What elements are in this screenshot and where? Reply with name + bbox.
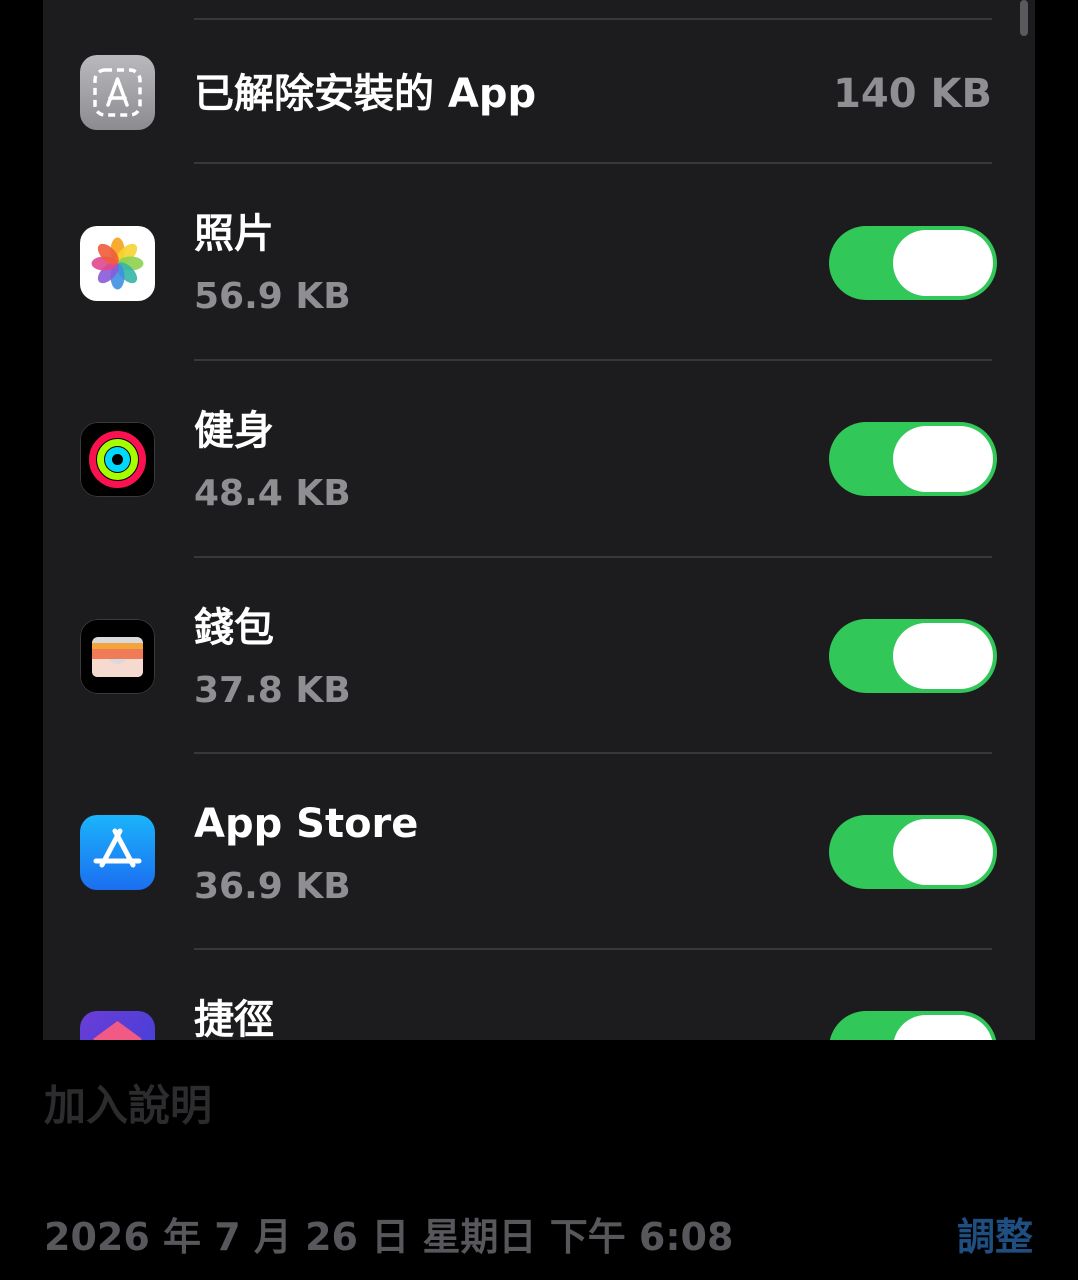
toggle-photos[interactable] [829,226,997,300]
app-size: 56.9 KB [194,276,351,317]
app-store-icon [80,815,155,890]
toggle-knob [893,426,993,492]
app-size: 36.9 KB [194,866,351,907]
toggle-fitness[interactable] [829,422,997,496]
app-row-app-store: App Store 36.9 KB [43,754,1035,949]
offloaded-apps-label: 已解除安裝的 App [194,71,537,117]
app-row-photos: 照片 56.9 KB [43,164,1035,359]
toggle-app-store[interactable] [829,815,997,889]
offloaded-app-icon [80,55,155,130]
toggle-wallet[interactable] [829,619,997,693]
offloaded-apps-row[interactable]: 已解除安裝的 App 140 KB [43,20,1035,162]
adjust-button[interactable]: 調整 [957,1213,1033,1261]
app-size: 37.8 KB [194,670,351,711]
app-row-wallet: 錢包 37.8 KB [43,558,1035,753]
toggle-shortcuts[interactable] [829,1011,997,1040]
photos-icon [80,226,155,301]
app-name: 捷徑 [194,997,274,1040]
photo-info-screen: 已解除安裝的 App 140 KB 照片 56.9 KB 健身 48.4 KB … [0,0,1078,1280]
wallet-icon [80,619,155,694]
app-storage-list: 已解除安裝的 App 140 KB 照片 56.9 KB 健身 48.4 KB … [43,0,1035,1040]
app-name: 健身 [194,408,274,454]
toggle-knob [893,1015,993,1040]
fitness-icon [80,422,155,497]
app-row-shortcuts: 捷徑 [43,950,1035,1040]
scrollbar[interactable] [1020,0,1028,36]
offloaded-apps-size: 140 KB [833,71,992,117]
photo-datetime: 2026 年 7 月 26 日 星期日 下午 6:08 [44,1215,734,1259]
toggle-knob [893,230,993,296]
app-row-fitness: 健身 48.4 KB [43,361,1035,556]
toggle-knob [893,623,993,689]
shortcuts-icon [80,1011,155,1040]
toggle-knob [893,819,993,885]
app-name: 錢包 [194,605,274,651]
app-name: App Store [194,801,419,847]
app-size: 48.4 KB [194,473,351,514]
app-name: 照片 [194,211,274,257]
caption-input[interactable]: 加入說明 [44,1080,212,1132]
